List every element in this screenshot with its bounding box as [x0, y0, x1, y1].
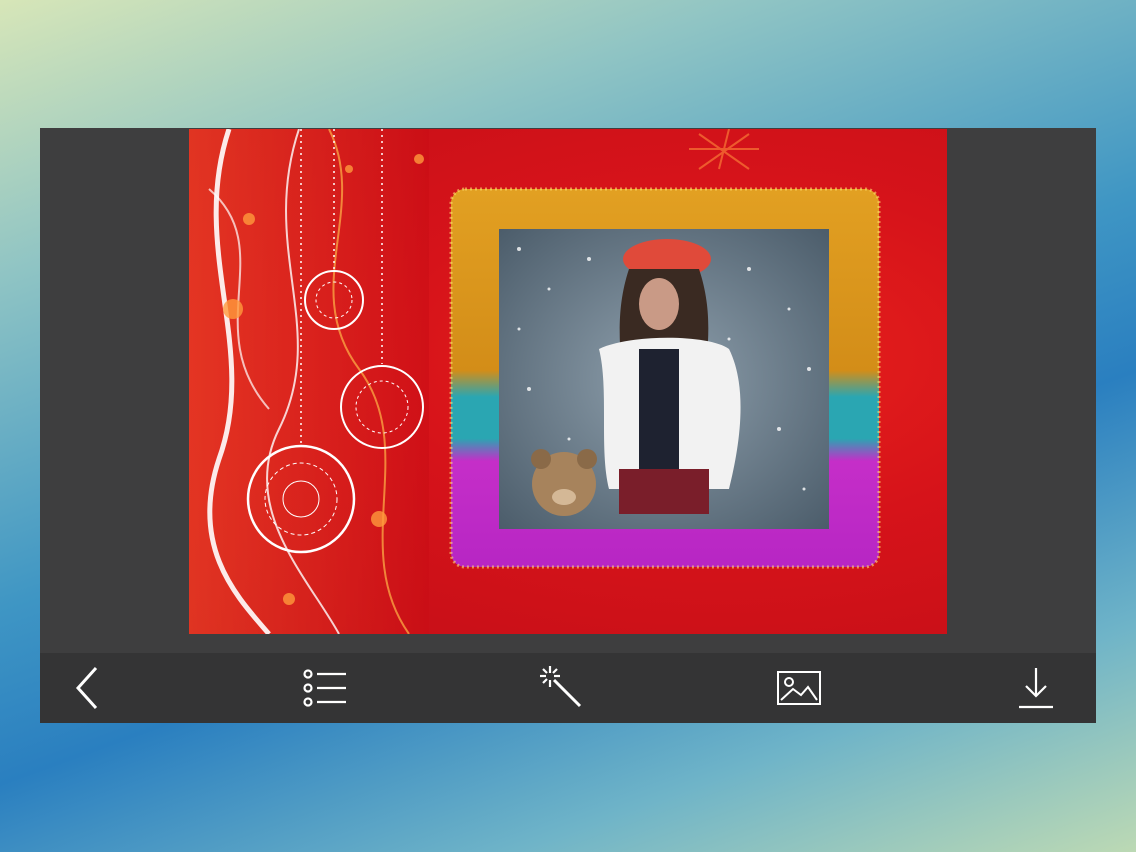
- save-button[interactable]: [1012, 664, 1060, 712]
- editor-toolbar: [40, 653, 1096, 723]
- list-icon: [303, 669, 346, 707]
- back-button[interactable]: [64, 664, 112, 712]
- christmas-frame-artwork: [189, 129, 881, 634]
- effects-button[interactable]: [538, 664, 586, 712]
- editor-canvas: [40, 128, 1096, 653]
- magic-wand-icon: [540, 666, 582, 708]
- chevron-left-icon: [75, 666, 98, 710]
- download-icon: [1019, 668, 1053, 709]
- editor-screen: [40, 128, 1096, 723]
- frames-button[interactable]: [301, 664, 349, 712]
- edited-photo: [189, 129, 947, 634]
- image-icon: [777, 671, 821, 705]
- gallery-button[interactable]: [775, 664, 823, 712]
